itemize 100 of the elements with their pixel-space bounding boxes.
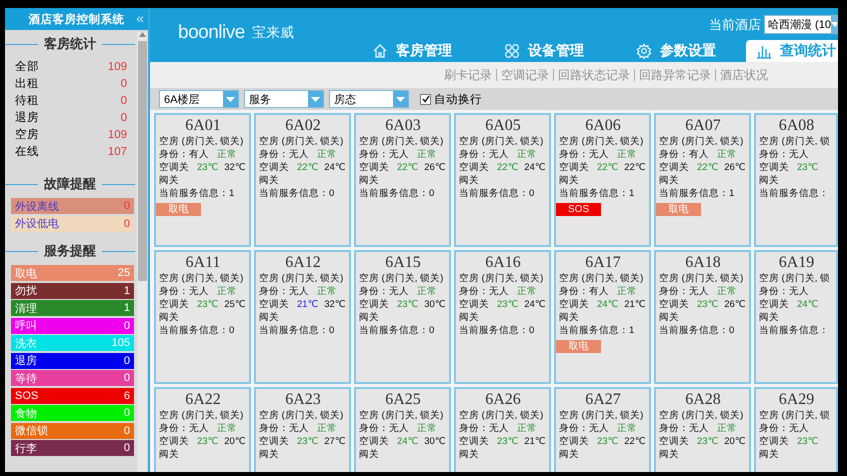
room-number: 6A23 [284,390,322,409]
room-card[interactable]: 6A11 空房 (房门关, 锁关) 身份：无人 正常 空调关 23℃ 25℃ 阀关 当前服务信息：0 [154,250,251,384]
room-temperature: 20℃ [224,435,246,448]
room-temperature: 26℃ [424,161,446,174]
room-card[interactable]: 6A02 空房 (房门关, 锁关) 身份：无人 正常 空调关 22℃ 24℃ 阀关 当前服务信息：0 [254,113,351,247]
service-info: 当前服务信息：0 [359,187,436,200]
room-temperature: 30℃ [424,298,446,311]
alert-count: 0 [124,407,130,419]
room-card[interactable]: 6A23 空房 (房门关, 锁关) 身份：无人 正常 空调关 23℃ 27℃ 阀关 [254,387,351,472]
room-number: 6A26 [484,390,522,409]
hotel-dropdown[interactable]: 哈西潮漫 (10 [764,15,838,34]
alert-count: 0 [124,218,130,230]
stat-label: 空房 [15,127,39,142]
alert-count: 25 [118,267,130,279]
status-text: 正常 [617,285,637,298]
room-card[interactable]: 6A03 空房 (房门关, 锁关) 身份：无人 正常 空调关 22℃ 26℃ 阀关 当前服务信息：0 [354,113,451,247]
logo-text: 宝来威 [252,24,294,42]
status-text: 正常 [317,148,337,161]
room-number: 6A11 [184,253,222,272]
room-card[interactable]: 6A07 空房 (房门关, 锁关) 身份：有人 正常 空调关 22℃ 26℃ 阀关 当前服务信息：1 取电 [654,113,751,247]
section-heading: 服务提醒 [44,242,96,260]
alert-row[interactable]: 行李 0 [11,440,134,456]
room-state: 空房 (房门关, 锁 [759,135,832,148]
room-temperature: 30℃ [424,435,446,448]
filter-dropdown[interactable]: 6A楼层 [159,90,239,108]
set-temperature: 22℃ [597,161,618,174]
room-card[interactable]: 6A27 空房 (房门关, 锁关) 身份：无人 正常 空调关 23℃ 22℃ 阀关 [554,387,651,472]
room-card[interactable]: 6A25 空房 (房门关, 锁关) 身份：无人 正常 空调关 24℃ 30℃ 阀关 [354,387,451,472]
ac-status: 空调关 [459,161,489,174]
status-text: 正常 [717,422,737,435]
room-card[interactable]: 6A22 空房 (房门关, 锁关) 身份：无人 正常 空调关 23℃ 20℃ 阀关 [154,387,251,472]
room-state: 空房 (房门关, 锁关) [259,135,344,148]
alert-row[interactable]: 勿扰 1 [11,282,134,298]
room-number: 6A28 [684,390,722,409]
service-info: 当前服务信息： [759,187,830,200]
room-card[interactable]: 6A18 空房 (房门关, 锁关) 身份：无人 正常 空调关 23℃ 26℃ 阀关 当前服务信息：0 [654,250,751,384]
checkbox[interactable] [420,94,431,104]
room-temperature: 32℃ [324,298,346,311]
occupancy-text: 身份：无人 [159,285,209,298]
room-state: 空房 (房门关, 锁关) [159,409,244,422]
room-temperature: 22℃ [624,161,646,174]
alert-row[interactable]: SOS 6 [11,388,134,404]
valve-status: 阀关 [359,174,380,187]
occupancy-text: 身份：无人 [359,285,409,298]
stat-label: 退房 [15,110,39,125]
room-state: 空房 (房门关, 锁 [759,409,832,422]
alert-label: 食物 [15,406,37,420]
room-number: 6A06 [584,116,622,135]
occupancy-text: 身份：无人 [559,422,609,435]
valve-status: 阀关 [659,174,680,187]
status-text: 正常 [217,148,237,161]
set-temperature: 24℃ [797,298,818,311]
hotel-label: 当前酒店 [709,16,761,34]
set-temperature: 22℃ [297,161,318,174]
set-temperature: 23℃ [597,435,618,448]
service-info: 当前服务信息：1 [559,324,636,337]
occupancy-text: 身份：无人 [259,285,309,298]
status-text: 正常 [717,285,737,298]
status-text: 正常 [617,148,637,161]
room-number: 6A05 [484,116,522,135]
valve-status: 阀关 [559,448,580,461]
room-card[interactable]: 6A06 空房 (房门关, 锁关) 身份：无人 正常 空调关 22℃ 22℃ 阀关 当前服务信息：1 SOS [554,113,651,247]
alert-count: 1 [124,302,130,314]
room-card[interactable]: 6A19 空房 (房门关, 锁 身份：无人 空调关 24℃ 阀关 当前服务信息： [754,250,838,384]
room-card[interactable]: 6A08 空房 (房门关, 锁 身份：无人 空调关 23℃ 阀关 当前服务信息： [754,113,838,247]
service-info: 当前服务信息：0 [459,187,536,200]
room-card[interactable]: 6A17 空房 (房门关, 锁关) 身份：有人 正常 空调关 24℃ 21℃ 阀关 当前服务信息：1 取电 [554,250,651,384]
room-card[interactable]: 6A01 空房 (房门关, 锁关) 身份：有人 正常 空调关 23℃ 32℃ 阀关 当前服务信息：1 取电 [154,113,251,247]
scrollbar[interactable] [137,32,147,472]
room-number: 6A01 [184,116,222,135]
alert-count: 0 [124,354,130,366]
room-card[interactable]: 6A15 空房 (房门关, 锁关) 身份：无人 正常 空调关 23℃ 30℃ 阀关 当前服务信息：0 [354,250,451,384]
alert-row[interactable]: 退房 0 [11,352,134,368]
alert-count: 0 [124,372,130,384]
valve-status: 阀关 [159,448,180,461]
room-card[interactable]: 6A16 空房 (房门关, 锁关) 身份：无人 正常 空调关 23℃ 24℃ 阀关 当前服务信息：0 [454,250,551,384]
valve-status: 阀关 [359,311,380,324]
room-card[interactable]: 6A12 空房 (房门关, 锁关) 身份：无人 正常 空调关 21℃ 32℃ 阀关 当前服务信息：0 [254,250,351,384]
alert-row[interactable]: 呼叫 0 [11,318,134,334]
room-card[interactable]: 6A28 空房 (房门关, 锁关) 身份：无人 正常 空调关 23℃ 20℃ 阀关 [654,387,751,472]
status-text: 正常 [517,285,537,298]
room-card[interactable]: 6A29 空房 (房门关, 锁 身份：无人 空调关 23℃ 阀关 [754,387,838,472]
alert-count: 105 [112,337,130,349]
room-card[interactable]: 6A05 空房 (房门关, 锁关) 身份：无人 正常 空调关 22℃ 24℃ 阀关 当前服务信息：0 [454,113,551,247]
room-card[interactable]: 6A26 空房 (房门关, 锁关) 身份：无人 正常 空调关 23℃ 21℃ 阀关 [454,387,551,472]
alert-row[interactable]: 清理 1 [11,300,134,316]
occupancy-text: 身份：有人 [659,148,709,161]
alert-row[interactable]: 等待 0 [11,370,134,386]
alert-row[interactable]: 外设低电 0 [11,216,134,232]
filter-dropdown[interactable]: 房态 [329,90,409,108]
alert-label: 取电 [15,266,37,280]
stat-value: 0 [120,78,127,90]
settings-icon [636,43,652,59]
valve-status: 阀关 [759,174,780,187]
room-state: 空房 (房门关, 锁关) [559,409,644,422]
status-text: 正常 [217,422,237,435]
filter-dropdown[interactable]: 服务 [244,90,324,108]
occupancy-text: 身份：无人 [259,148,309,161]
occupancy-text: 身份：无人 [759,285,809,298]
valve-status: 阀关 [259,448,280,461]
